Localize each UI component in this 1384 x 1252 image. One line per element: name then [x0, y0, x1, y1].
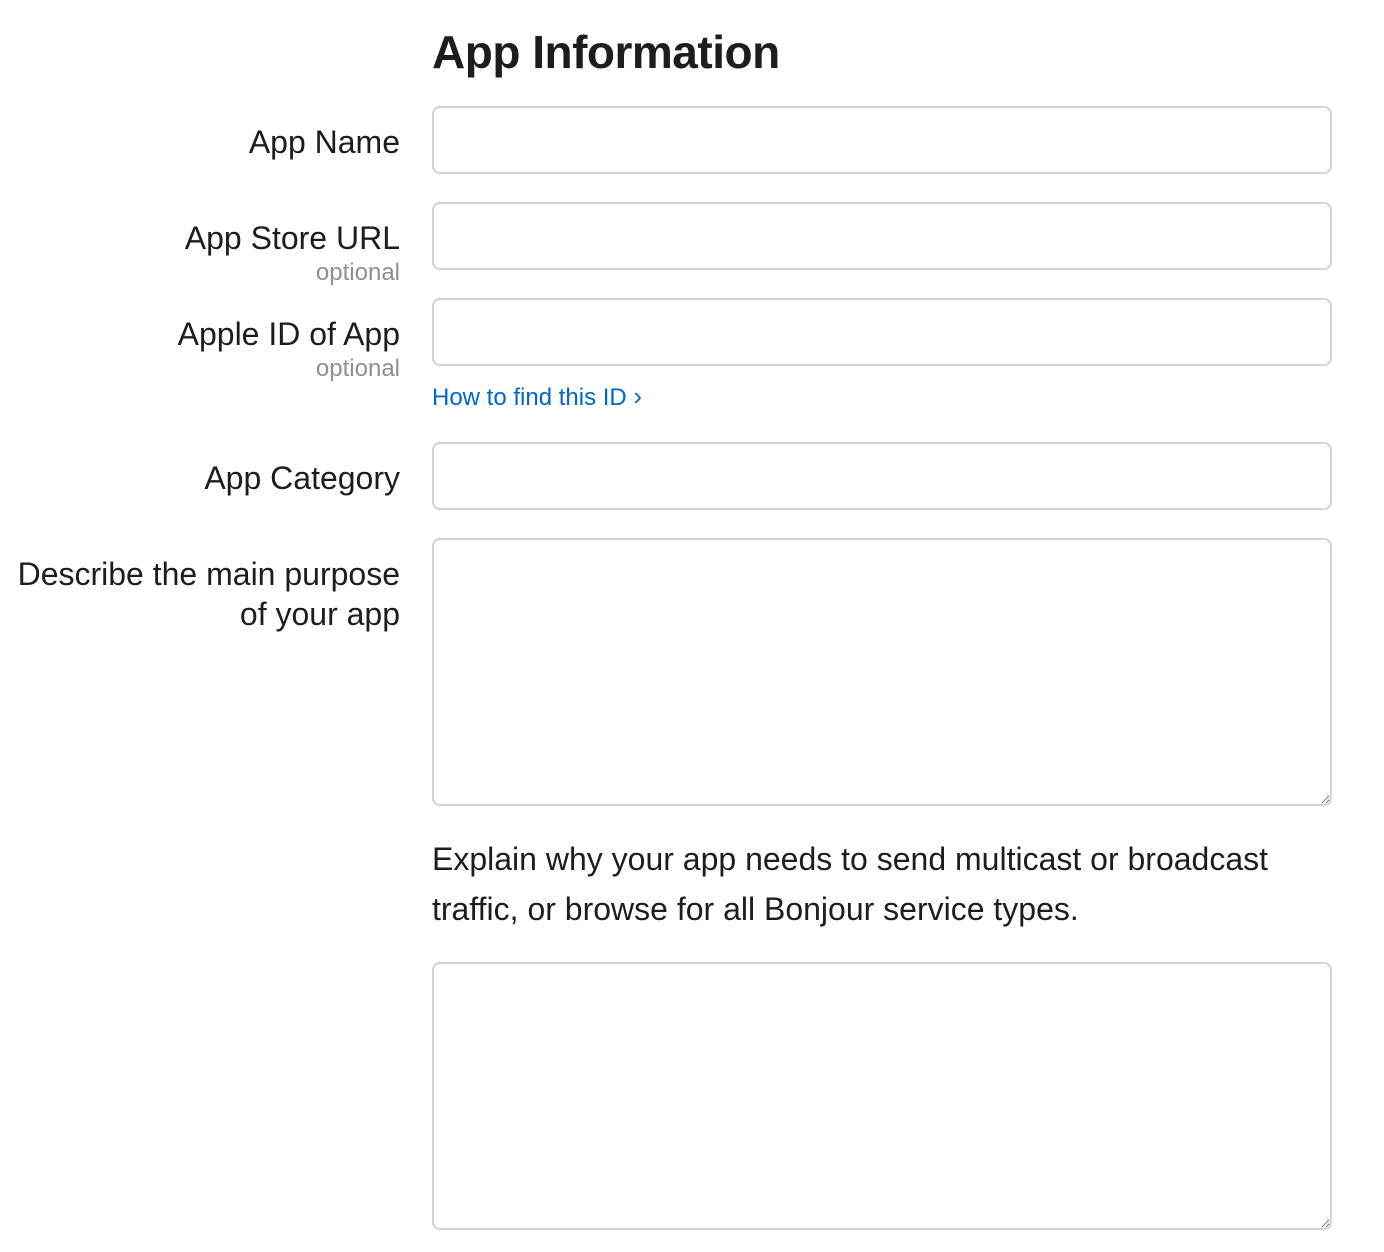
- app-category-input[interactable]: [432, 442, 1332, 510]
- app-category-label: App Category: [204, 460, 400, 496]
- chevron-right-icon: ›: [633, 381, 643, 411]
- app-store-url-optional: optional: [315, 259, 400, 286]
- purpose-label-line-2: of your app: [239, 596, 400, 632]
- purpose-textarea[interactable]: [432, 538, 1332, 806]
- multicast-reason-textarea[interactable]: [432, 962, 1332, 1230]
- how-to-find-id-link[interactable]: How to find this ID ›: [432, 380, 642, 414]
- how-to-find-id-link-label: How to find this ID: [432, 384, 627, 411]
- purpose-label: Describe the main purpose of your app: [18, 554, 400, 634]
- section-title: App Information: [432, 26, 780, 78]
- apple-id-optional: optional: [315, 355, 400, 382]
- app-store-url-input[interactable]: [432, 202, 1332, 270]
- apple-id-label: Apple ID of App: [177, 316, 400, 352]
- app-name-label: App Name: [248, 124, 400, 160]
- apple-id-input[interactable]: [432, 298, 1332, 366]
- app-name-input[interactable]: [432, 106, 1332, 174]
- multicast-explanation-text: Explain why your app needs to send multi…: [432, 841, 1269, 927]
- purpose-label-line-1: Describe the main purpose: [17, 556, 400, 592]
- app-store-url-label: App Store URL: [184, 220, 400, 256]
